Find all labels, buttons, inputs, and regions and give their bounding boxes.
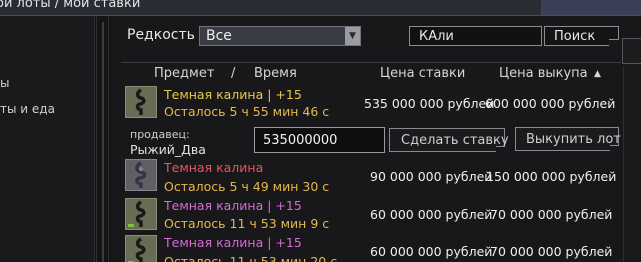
lot-bid-price: 90 000 000 рублей (370, 169, 493, 184)
lot-name: Темная калина | +15 (164, 235, 302, 250)
kalina-weapon-icon (125, 159, 157, 191)
rarity-label: Редкость (127, 27, 195, 43)
lot-list: Темная калина | +15 Осталось 5 ч 55 мин … (123, 84, 621, 262)
search-button-label: Поиск (554, 29, 596, 44)
column-header-item[interactable]: Предмет (154, 66, 214, 81)
column-header-separator: / (231, 66, 236, 81)
panel-splitter[interactable] (96, 16, 109, 262)
bid-amount-value: 535000000 (263, 133, 338, 148)
category-item[interactable]: ты и еда (0, 102, 55, 116)
seller-name: Рыжий_Два (130, 142, 206, 157)
chevron-down-icon[interactable]: ▼ (345, 27, 360, 45)
lot-time-left: Осталось 11 ч 53 мин 20 с (164, 254, 338, 262)
splitter-line (102, 22, 104, 262)
lot-bid-price: 535 000 000 рублей (364, 96, 495, 111)
lot-name: Темная калина | +15 (164, 87, 302, 102)
search-input-value: КАли (419, 29, 454, 44)
lot-row[interactable]: Темная калина Осталось 5 ч 49 мин 30 с 9… (123, 158, 619, 194)
side-tab[interactable] (622, 38, 641, 64)
lot-bid-price: 60 000 000 рублей (370, 244, 493, 259)
category-panel: ы ты и еда (0, 16, 95, 262)
lot-buyout-price: 600 000 000 рублей (485, 96, 616, 111)
selected-lot-details: продавец: Рыжий_Два 535000000 Сделать ст… (123, 122, 621, 158)
lot-name: Темная калина | +15 (164, 198, 302, 213)
button-corner-notch (496, 146, 505, 152)
column-header-time[interactable]: Время (254, 66, 297, 81)
kalina-weapon-icon (125, 198, 157, 230)
bid-amount-input[interactable]: 535000000 (254, 127, 385, 153)
buyout-label: Выкупить лот (526, 132, 621, 147)
lot-time-left: Осталось 5 ч 55 мин 46 с (164, 104, 330, 119)
kalina-weapon-icon (125, 235, 157, 262)
category-item[interactable]: ы (0, 76, 9, 90)
lot-row[interactable]: Темная калина | +15 Осталось 11 ч 53 мин… (123, 196, 619, 232)
sort-ascending-icon[interactable]: ▲ (594, 69, 601, 79)
lot-list-scrollbar[interactable] (623, 66, 641, 262)
lot-buyout-price: 70 000 000 рублей (490, 244, 613, 259)
place-bid-label: Сделать ставку (401, 133, 509, 148)
title-bar-decoration (541, 0, 641, 15)
window-title: ои лоты / мои ставки (0, 0, 141, 11)
buyout-button[interactable]: Выкупить лот (515, 127, 621, 151)
lot-bid-price: 60 000 000 рублей (370, 207, 493, 222)
table-header: Предмет / Время Цена ставки Цена выкупа … (121, 62, 621, 82)
rarity-dropdown[interactable]: Все ▼ (199, 26, 361, 46)
place-bid-button[interactable]: Сделать ставку (389, 128, 509, 152)
button-corner-notch (610, 145, 619, 151)
column-header-buyout[interactable]: Цена выкупа (499, 66, 588, 81)
lot-name: Темная калина (164, 160, 264, 175)
rarity-selected-value: Все (206, 28, 232, 44)
kalina-weapon-icon (125, 86, 157, 118)
search-input[interactable]: КАли (409, 26, 542, 46)
title-bar: ои лоты / мои ставки (0, 0, 641, 16)
lot-buyout-price: 70 000 000 рублей (490, 207, 613, 222)
lot-row[interactable]: Темная калина | +15 Осталось 11 ч 53 мин… (123, 234, 619, 262)
enchant-indicator (128, 224, 134, 227)
search-button[interactable]: Поиск (544, 26, 619, 46)
button-corner-notch (609, 39, 619, 46)
lot-buyout-price: 150 000 000 рублей (486, 169, 617, 184)
column-header-bid[interactable]: Цена ставки (380, 66, 465, 81)
seller-label: продавец: (130, 128, 190, 141)
lot-time-left: Осталось 11 ч 53 мин 9 с (164, 216, 330, 231)
lot-row[interactable]: Темная калина | +15 Осталось 5 ч 55 мин … (123, 84, 619, 122)
auction-main-panel: Редкость Все ▼ КАли Поиск Предмет / Врем… (110, 16, 641, 262)
lot-time-left: Осталось 5 ч 49 мин 30 с (164, 179, 330, 194)
